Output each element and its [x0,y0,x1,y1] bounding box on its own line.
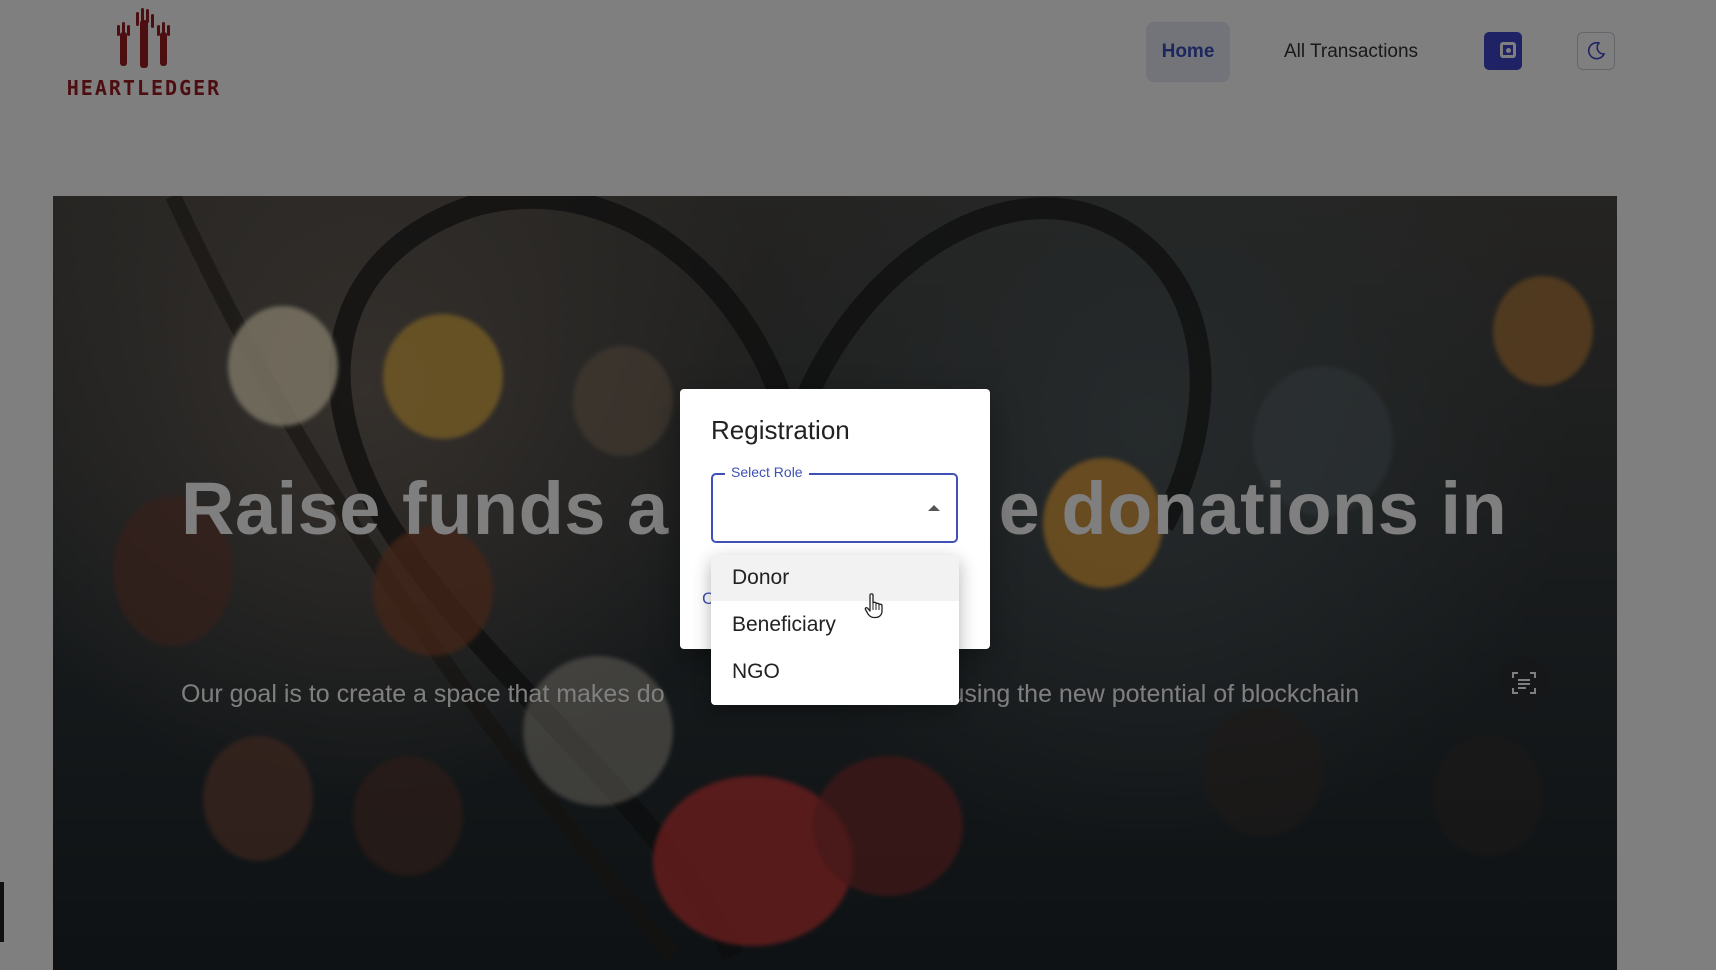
option-beneficiary[interactable]: Beneficiary [711,602,959,648]
caret-up-icon [928,505,940,511]
option-ngo[interactable]: NGO [711,649,959,695]
role-select-label: Select Role [725,464,809,480]
role-select[interactable]: Select Role [711,464,958,543]
dialog-title: Registration [711,415,850,445]
edge-tab [0,882,4,942]
option-donor[interactable]: Donor [711,555,959,601]
page: HEARTLEDGER Home All Transactions [0,0,1716,970]
hand-cursor-icon [864,593,883,619]
role-options-menu: Donor Beneficiary NGO [711,555,959,705]
